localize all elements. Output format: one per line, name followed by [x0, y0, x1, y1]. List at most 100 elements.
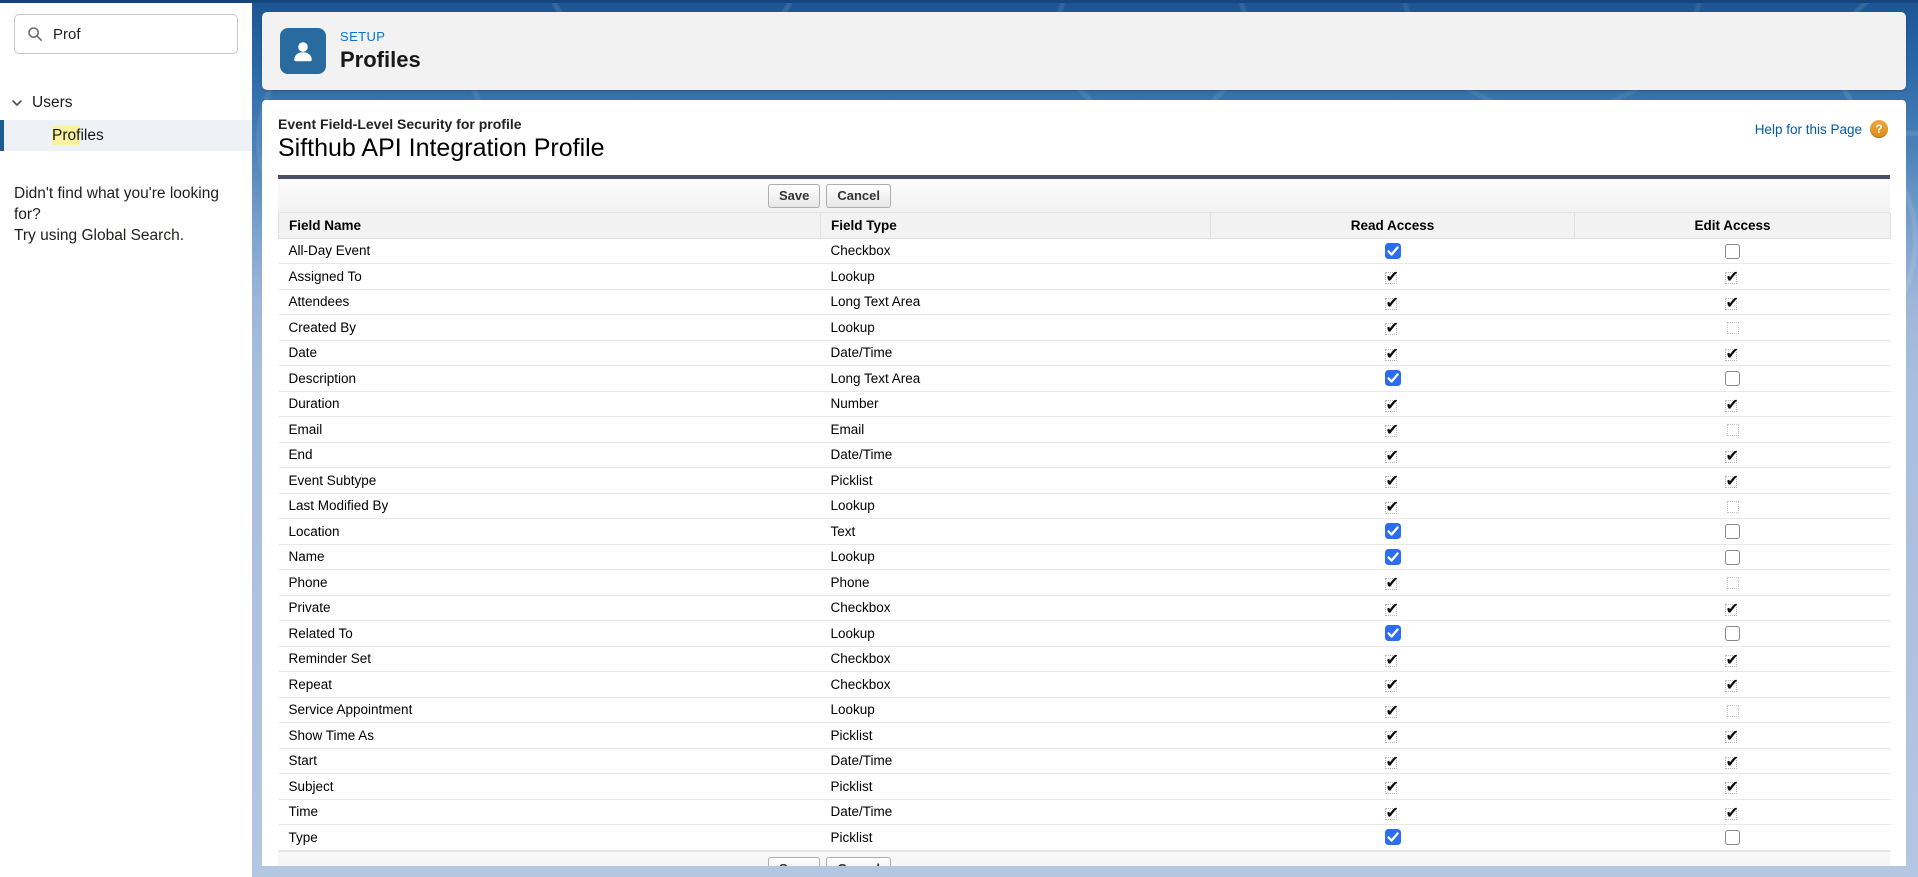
edit-access-disabled-empty [1726, 500, 1739, 513]
edit-access-cell [1574, 544, 1891, 570]
sidebar-section-users[interactable]: Users [0, 88, 252, 118]
sidebar-item-profiles[interactable]: Profiles [0, 120, 252, 151]
read-access-cell: ✔ [1210, 671, 1575, 698]
table-row: Email Email ✔ [278, 416, 1891, 443]
field-type-cell: Date/Time [820, 799, 1211, 825]
save-button-bottom[interactable]: Save [768, 856, 821, 866]
table-row: Phone Phone ✔ [278, 569, 1891, 596]
edit-access-cell: ✔ [1574, 748, 1891, 774]
checkmark-icon: ✔ [1725, 343, 1739, 363]
read-access-granted-checkmark: ✔ [1384, 651, 1401, 667]
read-access-cell: ✔ [1210, 773, 1575, 800]
table-row: Assigned To Lookup ✔ ✔ [278, 263, 1891, 290]
search-input-value[interactable]: Prof [53, 26, 81, 43]
checkmark-icon: ✔ [1385, 573, 1399, 593]
save-button[interactable]: Save [768, 183, 821, 208]
field-name-cell: Time [278, 799, 821, 825]
read-access-cell: ✔ [1210, 340, 1575, 366]
page-title: Profiles [340, 47, 421, 72]
edit-access-cell [1574, 620, 1891, 647]
page-heading: Event Field-Level Security for profile S… [278, 100, 1890, 163]
field-name-cell: Phone [278, 569, 821, 596]
field-type-cell: Long Text Area [820, 365, 1211, 392]
read-access-granted-checkmark: ✔ [1384, 702, 1401, 718]
table-header-row: Field Name Field Type Read Access Edit A… [278, 213, 1891, 239]
edit-access-disabled-empty [1726, 424, 1739, 437]
checkmark-icon: ✔ [1385, 802, 1399, 822]
read-access-granted-checkmark: ✔ [1384, 268, 1401, 285]
checkmark-icon: ✔ [1725, 445, 1739, 465]
help-for-this-page-link[interactable]: Help for this Page [1755, 122, 1862, 137]
table-row: Time Date/Time ✔ ✔ [278, 799, 1891, 825]
field-name-cell: Duration [278, 391, 821, 417]
table-row: All-Day Event Checkbox [278, 238, 1891, 264]
edit-access-cell [1574, 238, 1891, 264]
check-icon [1386, 832, 1399, 843]
edit-access-cell [1574, 416, 1891, 443]
table-row: Location Text [278, 518, 1891, 545]
read-access-cell [1210, 365, 1575, 392]
cancel-button-bottom[interactable]: Cancel [826, 856, 892, 866]
table-row: Subject Picklist ✔ ✔ [278, 773, 1891, 800]
read-access-checkbox-checked[interactable] [1384, 370, 1401, 387]
notfound-line1: Didn't find what you're looking for? [14, 185, 219, 223]
field-type-cell: Lookup [820, 314, 1211, 341]
read-access-cell: ✔ [1210, 595, 1575, 621]
table-row: Attendees Long Text Area ✔ ✔ [278, 289, 1891, 315]
search-icon [28, 27, 42, 41]
edit-access-cell: ✔ [1574, 289, 1891, 315]
edit-access-cell: ✔ [1574, 340, 1891, 366]
read-access-cell: ✔ [1210, 442, 1575, 468]
edit-access-cell [1574, 569, 1891, 596]
checkmark-icon: ✔ [1385, 445, 1399, 465]
field-name-cell: Event Subtype [278, 467, 821, 494]
read-access-cell: ✔ [1210, 493, 1575, 519]
checkmark-icon: ✔ [1385, 343, 1399, 363]
edit-access-granted-checkmark: ✔ [1724, 343, 1741, 363]
quick-find-search[interactable]: Prof [14, 14, 238, 54]
edit-access-cell [1574, 314, 1891, 341]
read-access-checkbox-checked[interactable] [1384, 523, 1401, 540]
cancel-button[interactable]: Cancel [826, 183, 892, 208]
read-access-checkbox-checked[interactable] [1384, 548, 1401, 565]
edit-access-checkbox-unchecked[interactable] [1725, 549, 1740, 565]
edit-access-checkbox-unchecked[interactable] [1725, 371, 1740, 387]
table-row: Service Appointment Lookup ✔ [278, 697, 1891, 723]
read-access-granted-checkmark: ✔ [1384, 778, 1401, 795]
read-access-checkbox-checked[interactable] [1384, 829, 1401, 846]
table-row: Repeat Checkbox ✔ ✔ [278, 671, 1891, 698]
read-access-granted-checkmark: ✔ [1384, 445, 1401, 465]
edit-access-checkbox-unchecked[interactable] [1725, 524, 1740, 540]
field-name-cell: Reminder Set [278, 646, 821, 672]
edit-access-granted-checkmark: ✔ [1724, 727, 1741, 744]
edit-access-checkbox-unchecked[interactable] [1725, 243, 1740, 259]
sidebar-section-label: Users [32, 94, 73, 111]
profile-name-title: Sifthub API Integration Profile [278, 134, 605, 162]
field-name-cell: Name [278, 544, 821, 570]
edit-access-checkbox-unchecked[interactable] [1725, 626, 1740, 642]
read-access-checkbox-checked[interactable] [1384, 625, 1401, 642]
edit-access-cell: ✔ [1574, 799, 1891, 825]
read-access-granted-checkmark: ✔ [1384, 319, 1401, 336]
checkmark-icon: ✔ [1385, 292, 1399, 312]
checkmark-icon: ✔ [1725, 649, 1739, 669]
field-name-cell: Related To [278, 620, 821, 647]
read-access-granted-checkmark: ✔ [1384, 753, 1401, 769]
table-row: Show Time As Picklist ✔ ✔ [278, 722, 1891, 749]
table-row: Type Picklist [278, 824, 1891, 851]
read-access-granted-checkmark: ✔ [1384, 472, 1401, 489]
check-icon [1386, 628, 1399, 639]
field-type-cell: Date/Time [820, 340, 1211, 366]
read-access-cell: ✔ [1210, 416, 1575, 443]
edit-access-checkbox-unchecked[interactable] [1725, 830, 1740, 846]
field-name-cell: Attendees [278, 289, 821, 315]
field-type-cell: Text [820, 518, 1211, 545]
column-header-read-access: Read Access [1210, 213, 1575, 239]
setup-page: Prof Users Profiles Didn't find what you… [0, 0, 1918, 877]
read-access-cell: ✔ [1210, 748, 1575, 774]
help-icon[interactable]: ? [1870, 120, 1888, 138]
read-access-checkbox-checked[interactable] [1384, 242, 1401, 259]
check-icon [1386, 526, 1399, 537]
read-access-cell [1210, 518, 1575, 545]
edit-access-granted-checkmark: ✔ [1724, 396, 1741, 412]
